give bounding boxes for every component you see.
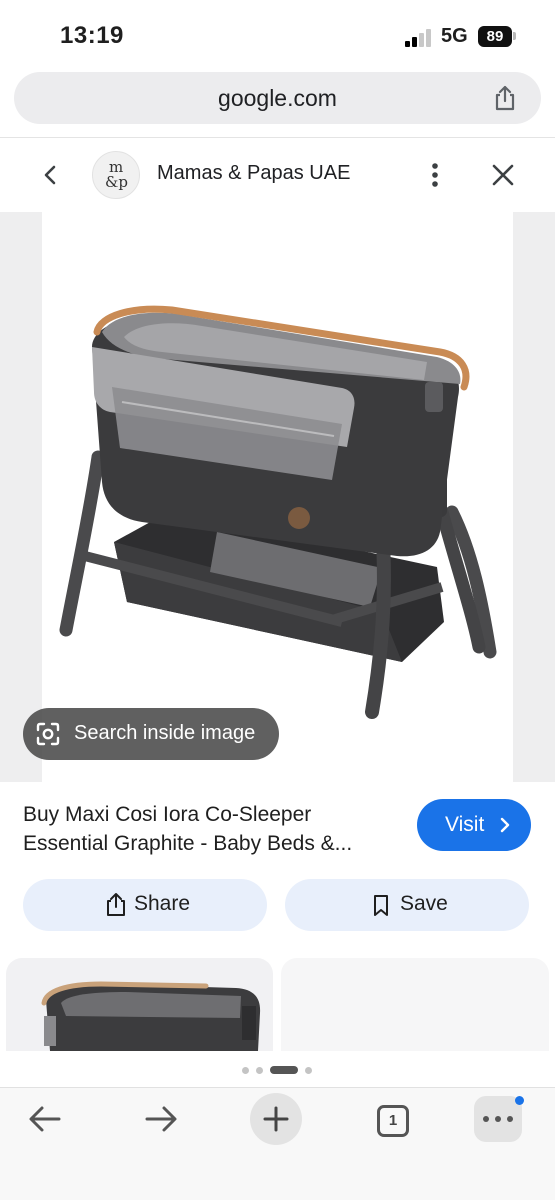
lens-icon <box>36 722 60 746</box>
more-vert-icon[interactable] <box>422 160 448 190</box>
visit-button[interactable]: Visit <box>417 799 531 851</box>
search-inside-image-button[interactable]: Search inside image <box>23 708 279 760</box>
image-viewer[interactable]: Search inside image <box>0 212 555 782</box>
result-title-line: Essential Graphite - Baby Beds &... <box>23 832 353 855</box>
site-header: m &p Mamas & Papas UAE <box>0 138 555 212</box>
more-horiz-icon <box>483 1116 513 1122</box>
plus-icon <box>263 1106 289 1132</box>
battery-level: 89 <box>478 26 512 47</box>
page-dot-active[interactable] <box>270 1066 298 1074</box>
browser-page: 13:19 5G 89 google.com m &p Mamas & Papa… <box>0 0 555 1200</box>
bottom-toolbar: 1 <box>0 1088 555 1200</box>
result-title[interactable]: Buy Maxi Cosi Iora Co-Sleeper Essential … <box>23 800 403 858</box>
logo-text-p: &p <box>105 173 128 191</box>
tab-switcher-button[interactable]: 1 <box>370 1096 416 1142</box>
status-bar: 13:19 5G 89 <box>0 0 555 68</box>
new-tab-button[interactable] <box>250 1093 302 1145</box>
signal-strength-icon <box>405 29 433 47</box>
share-icon <box>107 893 125 916</box>
battery-tip <box>513 32 516 40</box>
product-image[interactable] <box>42 212 513 782</box>
save-button[interactable]: Save <box>285 879 529 931</box>
page-dot[interactable] <box>305 1067 312 1074</box>
bookmark-icon <box>374 895 388 916</box>
close-icon[interactable] <box>488 160 518 190</box>
arrow-forward-icon[interactable] <box>138 1096 184 1142</box>
share-label: Share <box>134 892 191 915</box>
share-icon[interactable] <box>491 84 519 112</box>
chevron-right-icon <box>500 817 510 833</box>
chevron-left-icon[interactable] <box>38 162 64 188</box>
save-label: Save <box>400 892 448 915</box>
page-dot[interactable] <box>242 1067 249 1074</box>
image-pagination <box>0 1064 555 1076</box>
related-image-card[interactable] <box>281 958 549 1051</box>
site-name[interactable]: Mamas & Papas UAE <box>157 162 350 185</box>
related-image <box>41 981 261 1051</box>
share-button[interactable]: Share <box>23 879 267 931</box>
search-inside-image-label: Search inside image <box>74 722 256 744</box>
page-dot[interactable] <box>256 1067 263 1074</box>
result-title-line: Buy Maxi Cosi Iora Co-Sleeper <box>23 803 312 826</box>
site-logo[interactable]: m &p <box>92 151 140 199</box>
url-text[interactable]: google.com <box>14 72 541 124</box>
arrow-back-icon[interactable] <box>22 1096 68 1142</box>
related-image-card[interactable] <box>6 958 273 1051</box>
visit-label: Visit <box>445 813 485 836</box>
tab-count: 1 <box>377 1105 409 1137</box>
notification-dot <box>515 1096 524 1105</box>
url-bar[interactable]: google.com <box>14 72 541 124</box>
network-type: 5G <box>441 25 468 47</box>
status-time: 13:19 <box>60 22 124 49</box>
